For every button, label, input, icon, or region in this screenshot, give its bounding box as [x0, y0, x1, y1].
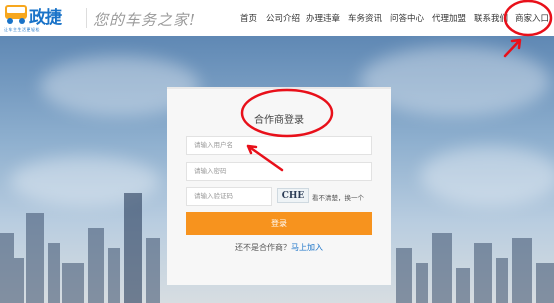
nav-item-news[interactable]: 车务资讯 [348, 12, 382, 24]
join-now-link[interactable]: 马上加入 [291, 243, 323, 252]
captcha-input[interactable]: 请输入验证码 [186, 187, 272, 206]
nav-item-franchise[interactable]: 代理加盟 [432, 12, 466, 24]
captcha-refresh-link[interactable]: 看不清楚，换一个 [312, 192, 364, 202]
brand-tagline: 让车主生活更轻松 [4, 27, 40, 32]
join-prompt-text: 还不是合作商？ [235, 243, 291, 252]
username-input[interactable]: 请输入用户名 [186, 136, 372, 155]
partner-login-card: 合作商登录 请输入用户名 请输入密码 请输入验证码 CHE 看不清楚，换一个 登… [167, 87, 391, 285]
nav-item-faq[interactable]: 问答中心 [390, 12, 424, 24]
captcha-text: CHE [281, 191, 305, 201]
password-input[interactable]: 请输入密码 [186, 162, 372, 181]
nav-item-company[interactable]: 公司介绍 [266, 12, 300, 24]
login-title: 合作商登录 [254, 115, 304, 126]
join-prompt: 还不是合作商？马上加入 [167, 242, 391, 253]
nav-item-violations[interactable]: 办理违章 [306, 12, 340, 24]
site-header: 政捷 让车主生活更轻松 您的车务之家! 首页 公司介绍 办理违章 车务资讯 问答… [0, 0, 554, 36]
nav-item-contact[interactable]: 联系我们 [474, 12, 508, 24]
login-button[interactable]: 登录 [186, 212, 372, 235]
nav-item-merchant-entry[interactable]: 商家入口 [515, 12, 549, 24]
main-nav: 首页 公司介绍 办理违章 车务资讯 问答中心 代理加盟 联系我们 商家入口 [0, 12, 554, 26]
nav-item-home[interactable]: 首页 [240, 12, 257, 24]
captcha-image[interactable]: CHE [277, 188, 309, 203]
